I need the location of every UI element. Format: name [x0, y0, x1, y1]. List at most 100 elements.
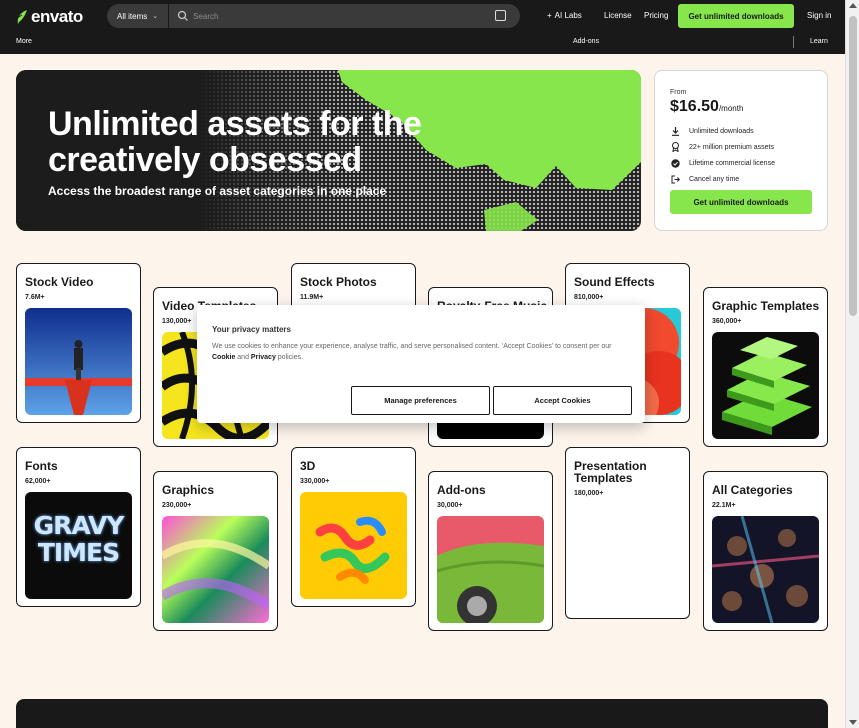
add-ons-link[interactable]: Add-ons: [573, 38, 599, 45]
get-unlimited-downloads-button[interactable]: Get unlimited downloads: [678, 4, 794, 28]
search-category-label: All items: [117, 11, 148, 21]
3d-thumbnail: [300, 492, 407, 599]
feature-label: Unlimited downloads: [689, 127, 754, 135]
category-title: 3D: [300, 459, 316, 473]
category-title: Presentation Templates: [574, 459, 647, 485]
category-title: Graphic Templates: [712, 299, 820, 313]
price-value: $16.50/month: [670, 98, 743, 116]
nav-ai-labs-label: AI Labs: [554, 11, 582, 20]
category-card-fonts[interactable]: Fonts 62,000+ GRAVY TIMES: [16, 447, 141, 607]
cookie-title: Your privacy matters: [212, 325, 291, 334]
nav-divider: [793, 36, 794, 48]
category-card-add-ons[interactable]: Add-ons 30,000+: [428, 471, 553, 631]
footer-section-start: [16, 699, 828, 728]
category-title: Stock Video: [25, 275, 94, 289]
category-count: 7.6M+: [25, 294, 45, 301]
search-input[interactable]: [193, 11, 484, 21]
price-period: /month: [718, 104, 744, 113]
search-divider: [168, 4, 170, 28]
logo-text: envato: [31, 7, 83, 26]
category-title: All Categories: [712, 483, 793, 497]
graphic-templates-thumbnail: [712, 332, 819, 439]
add-ons-thumbnail: [437, 516, 544, 623]
category-count: 130,000+: [162, 318, 192, 325]
category-count: 810,000+: [574, 294, 604, 301]
category-title: Fonts: [25, 459, 58, 473]
category-count: 22.1M+: [712, 502, 736, 509]
hero-title: Unlimited assets for the creatively obse…: [48, 106, 508, 178]
check-badge-icon: [670, 158, 680, 168]
feature-label: Lifetime commercial license: [689, 159, 775, 167]
feature-item: 22+ million premium assets: [670, 139, 775, 155]
hero-subtitle: Access the broadest range of asset categ…: [48, 184, 387, 198]
fonts-thumb-line-1: GRAVY: [33, 511, 125, 540]
feature-label: Cancel any time: [689, 175, 740, 183]
image-search-icon[interactable]: [495, 10, 506, 21]
cookie-policy-link[interactable]: Cookie: [212, 354, 235, 361]
top-navigation-bar: envato All items ⌄ + AI Labs License Pri…: [0, 0, 845, 54]
category-count: 180,000+: [574, 490, 604, 497]
award-icon: [670, 142, 680, 152]
chevron-down-icon: ⌄: [152, 13, 159, 20]
nav-license[interactable]: License: [604, 11, 632, 20]
category-count: 30,000+: [437, 502, 463, 509]
cookie-body-and: and: [235, 354, 251, 361]
envato-leaf-icon: [16, 10, 27, 24]
exit-icon: [670, 174, 680, 184]
pricing-cta-button[interactable]: Get unlimited downloads: [670, 190, 812, 214]
feature-label: 22+ million premium assets: [689, 143, 775, 151]
stock-video-thumbnail: [25, 308, 132, 415]
cookie-body-text: We use cookies to enhance your experienc…: [212, 343, 612, 350]
search-icon: [178, 10, 189, 21]
category-count: 230,000+: [162, 502, 192, 509]
category-card-3d[interactable]: 3D 330,000+: [291, 447, 416, 607]
feature-list: Unlimited downloads 22+ million premium …: [670, 123, 775, 187]
feature-item: Unlimited downloads: [670, 123, 775, 139]
category-count: 11.9M+: [300, 294, 324, 301]
nav-pricing[interactable]: Pricing: [644, 11, 668, 20]
category-card-stock-video[interactable]: Stock Video 7.6M+: [16, 263, 141, 423]
sparkle-icon: +: [547, 11, 552, 20]
feature-item: Cancel any time: [670, 171, 775, 187]
pricing-from-label: From: [670, 89, 687, 96]
cookie-body: We use cookies to enhance your experienc…: [212, 341, 622, 363]
category-card-all-categories[interactable]: All Categories 22.1M+: [703, 471, 828, 631]
category-count: 330,000+: [300, 478, 330, 485]
all-categories-thumbnail: [712, 516, 819, 623]
pricing-card: From $16.50/month Unlimited downloads 22…: [654, 70, 828, 231]
category-title: Graphics: [162, 483, 215, 497]
hero-title-line-1: Unlimited assets for the: [48, 105, 422, 143]
category-card-graphics[interactable]: Graphics 230,000+: [153, 471, 278, 631]
category-title: Sound Effects: [574, 275, 655, 289]
scroll-down-arrow-icon[interactable]: [849, 720, 857, 725]
fonts-thumbnail: GRAVY TIMES: [25, 492, 132, 599]
search-bar: All items ⌄: [107, 4, 520, 28]
scroll-up-arrow-icon[interactable]: [849, 3, 857, 8]
category-card-presentation-templates[interactable]: Presentation Templates 180,000+: [565, 447, 690, 619]
category-title: Add-ons: [437, 483, 486, 497]
graphics-thumbnail: [162, 516, 269, 623]
learn-link[interactable]: Learn: [810, 38, 828, 45]
scrollbar-thumb[interactable]: [849, 16, 857, 316]
category-card-graphic-templates[interactable]: Graphic Templates 360,000+: [703, 287, 828, 447]
feature-item: Lifetime commercial license: [670, 155, 775, 171]
price-amount: $16.50: [670, 98, 719, 115]
cookie-consent-banner: Your privacy matters We use cookies to e…: [197, 305, 645, 423]
category-title: Stock Photos: [300, 275, 377, 289]
sign-in-link[interactable]: Sign in: [807, 11, 831, 20]
category-count: 62,000+: [25, 478, 51, 485]
nav-ai-labs[interactable]: + AI Labs: [547, 11, 582, 20]
scrollbar[interactable]: [845, 0, 859, 728]
cookie-body-end: policies.: [275, 354, 304, 361]
fonts-thumb-line-2: TIMES: [37, 538, 120, 567]
hero-title-line-2: creatively obsessed: [48, 141, 362, 179]
search-category-select[interactable]: All items ⌄: [107, 4, 168, 28]
manage-preferences-button[interactable]: Manage preferences: [351, 386, 490, 415]
more-menu[interactable]: More: [16, 38, 32, 45]
envato-logo[interactable]: envato: [16, 7, 83, 27]
download-icon: [670, 126, 680, 136]
category-count: 360,000+: [712, 318, 742, 325]
hero-banner: Unlimited assets for the creatively obse…: [16, 70, 641, 231]
accept-cookies-button[interactable]: Accept Cookies: [493, 386, 632, 415]
privacy-policy-link[interactable]: Privacy: [251, 354, 276, 361]
